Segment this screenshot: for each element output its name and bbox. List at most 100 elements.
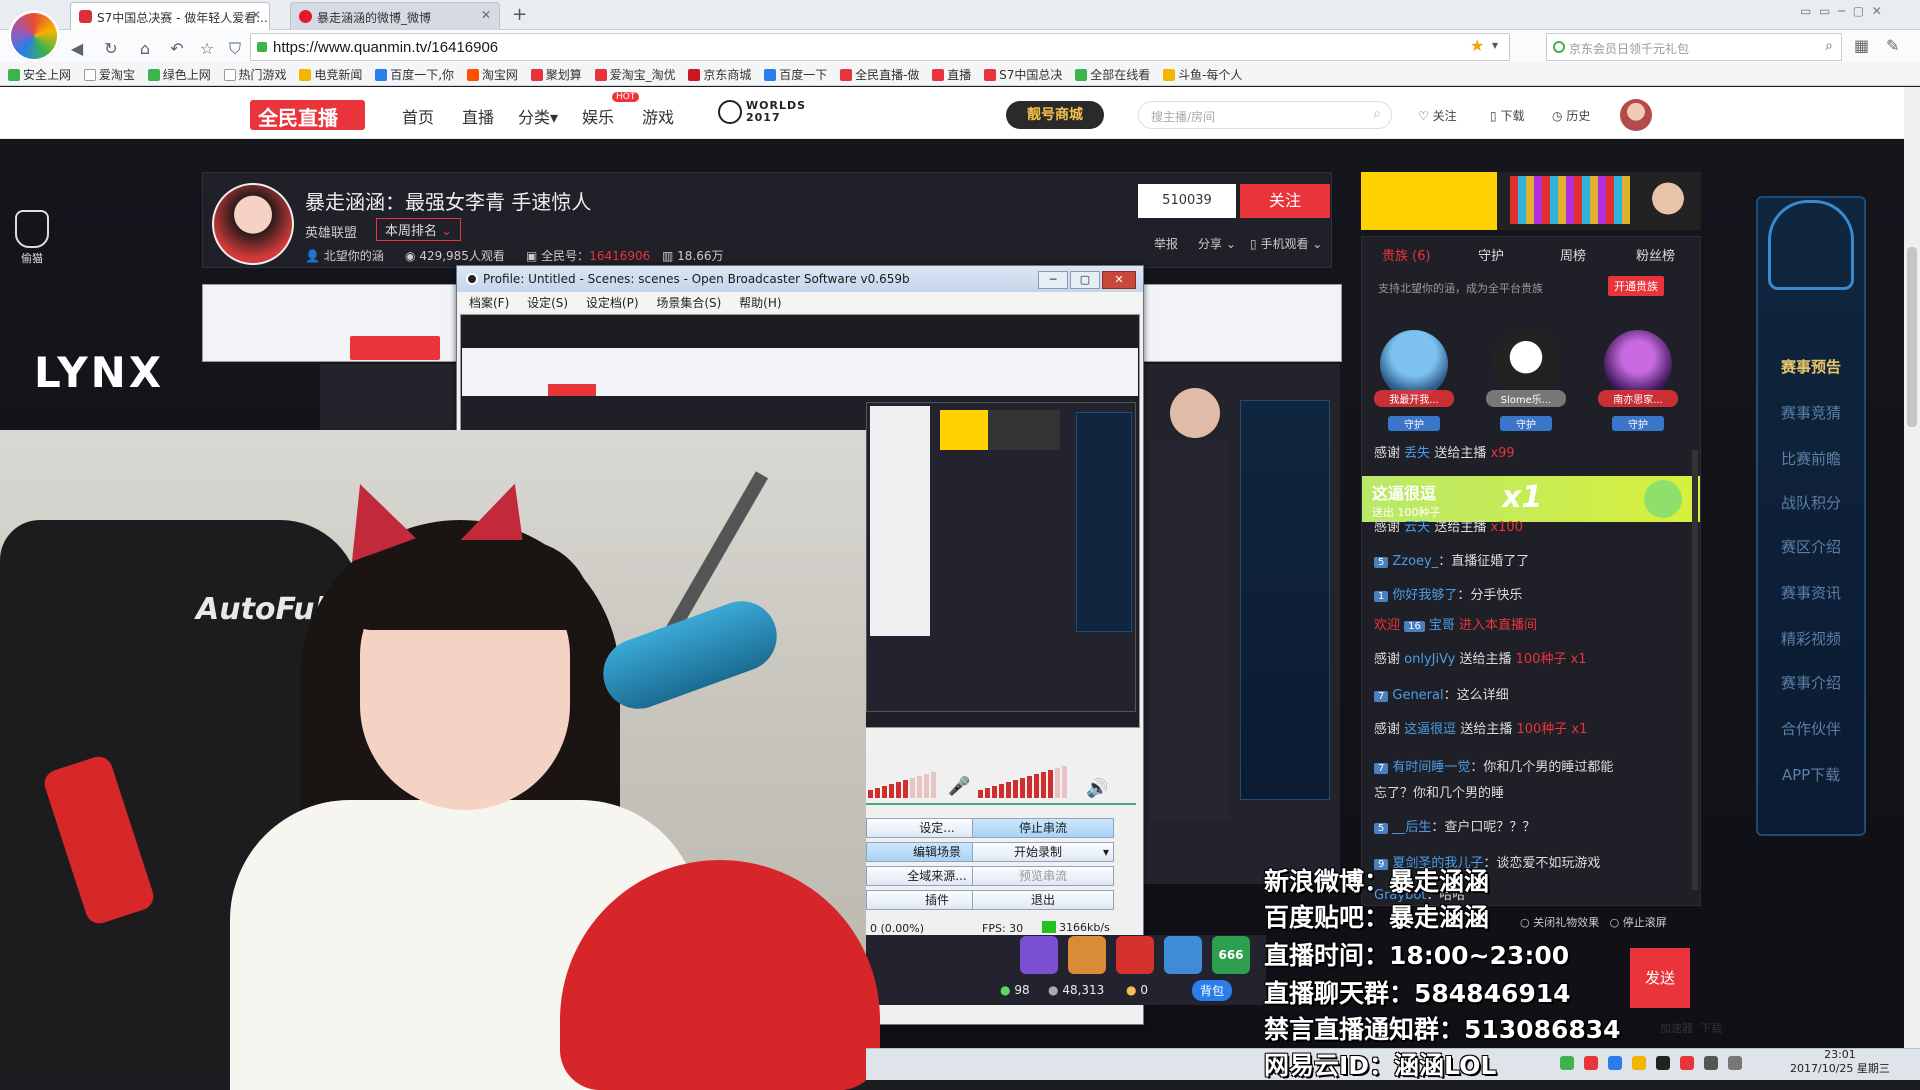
chevron-down-icon[interactable]: ▾	[1103, 843, 1113, 861]
sidebar-item-news[interactable]: 赛事资讯	[1756, 582, 1866, 603]
scrollbar-thumb[interactable]	[1907, 247, 1917, 427]
bookmark-item[interactable]: 电竞新闻	[299, 66, 362, 83]
bookmark-item[interactable]: 热门游戏	[223, 66, 287, 83]
room-category[interactable]: 英雄联盟	[305, 222, 357, 241]
tools-icon[interactable]: ✎	[1886, 36, 1899, 55]
speaker-icon[interactable]: 🔊	[1086, 777, 1108, 799]
sidebar-item-intro[interactable]: 赛事介绍	[1756, 672, 1866, 693]
bookmark-item[interactable]: 全部在线看	[1075, 66, 1150, 83]
system-clock[interactable]: 23:01 2017/10/25 星期三	[1790, 1048, 1890, 1076]
side-cat-shortcut[interactable]: 偷猫	[8, 210, 56, 270]
tab-fans[interactable]: 粉丝榜	[1636, 245, 1675, 264]
gift-icon[interactable]	[1116, 936, 1154, 974]
browser-logo-icon[interactable]	[8, 10, 60, 62]
tray-icon[interactable]	[1560, 1056, 1574, 1070]
menu-profile[interactable]: 档案(F)	[469, 296, 509, 310]
bookmark-item[interactable]: 聚划算	[530, 66, 582, 83]
sidebar-item-preview[interactable]: 比赛前瞻	[1756, 448, 1866, 469]
streamer-avatar[interactable]	[212, 183, 294, 265]
bookmark-item[interactable]: 爱淘宝_淘优	[594, 66, 676, 83]
mall-button[interactable]: 靓号商城	[1006, 101, 1104, 129]
send-button[interactable]: 发送	[1630, 948, 1690, 1008]
guard-avatar[interactable]	[1492, 330, 1560, 398]
nav-entertainment[interactable]: 娱乐	[582, 104, 614, 128]
browser-tab-weibo[interactable]: 暴走涵涵的微博_微博 ✕	[290, 2, 500, 30]
bookmark-item[interactable]: 直播	[932, 66, 971, 83]
bookmark-item[interactable]: 斗鱼-每个人	[1163, 66, 1242, 83]
gift-666-icon[interactable]: 666	[1212, 936, 1250, 974]
guard-avatar[interactable]	[1380, 330, 1448, 398]
sidebar-item-betting[interactable]: 赛事竞猜	[1756, 402, 1866, 423]
site-logo[interactable]: 全民直播	[250, 100, 365, 130]
shield-icon[interactable]: ⛉	[224, 38, 246, 60]
bookmark-item[interactable]: 绿色上网	[147, 66, 211, 83]
url-bar[interactable]: https://www.quanmin.tv/16416906	[250, 33, 1510, 61]
report-link[interactable]: 举报	[1154, 235, 1178, 252]
tray-icon[interactable]	[1656, 1056, 1670, 1070]
backpack-button[interactable]: 背包	[1192, 980, 1233, 1001]
sidebar-item-app[interactable]: APP下载	[1756, 764, 1866, 785]
mic-icon[interactable]: 🎤	[948, 775, 970, 797]
window-controls[interactable]: ▭ ▭ ─ ▢ ✕	[1800, 4, 1882, 18]
bookmark-item[interactable]: 京东商城	[688, 66, 751, 83]
mobile-watch-link[interactable]: ▯ 手机观看 ⌄	[1250, 235, 1322, 252]
accelerator-link[interactable]: 加速器 下载	[1660, 1020, 1722, 1036]
refresh-icon[interactable]: ↻	[100, 38, 122, 60]
bookmark-item[interactable]: 全民直播-做	[840, 66, 919, 83]
nav-games[interactable]: 游戏	[642, 104, 674, 128]
sidebar-item-schedule[interactable]: 赛事预告	[1756, 356, 1866, 377]
apps-icon[interactable]: ▦	[1854, 36, 1869, 55]
weekly-rank-button[interactable]: 本周排名 ⌄	[376, 218, 462, 241]
tray-icon[interactable]	[1680, 1056, 1694, 1070]
room-owner[interactable]: 👤 北望你的涵	[305, 247, 384, 264]
sidebar-item-videos[interactable]: 精彩视频	[1756, 628, 1866, 649]
share-link[interactable]: 分享 ⌄	[1198, 235, 1236, 252]
user-avatar[interactable]	[1620, 99, 1652, 131]
bookmark-item[interactable]: 安全上网	[8, 66, 71, 83]
bookmark-item[interactable]: 爱淘宝	[83, 66, 135, 83]
menu-scene-collection[interactable]: 场景集合(S)	[656, 296, 721, 310]
close-tab-icon[interactable]: ✕	[251, 8, 261, 22]
favorite-icon[interactable]: ☆	[196, 38, 218, 60]
search-icon[interactable]: ⌕	[1373, 106, 1381, 122]
minimize-button[interactable]: ─	[1038, 271, 1068, 289]
bookmark-item[interactable]: 百度一下,你	[375, 66, 454, 83]
tray-icon[interactable]	[1632, 1056, 1646, 1070]
bookmark-item[interactable]: 淘宝网	[466, 66, 518, 83]
worlds-2017-badge[interactable]: WORLDS 2017	[718, 100, 806, 124]
tab-weekly[interactable]: 周榜	[1560, 245, 1586, 264]
download-link[interactable]: ▯ 下载	[1490, 107, 1524, 124]
stop-scroll-toggle[interactable]: ○ 停止滚屏	[1610, 916, 1667, 929]
follow-link[interactable]: ♡ 关注	[1418, 107, 1457, 124]
gift-icon[interactable]	[1068, 936, 1106, 974]
obs-start-recording-button[interactable]: 开始录制 ▾	[972, 842, 1114, 862]
history-link[interactable]: ◷ 历史	[1552, 107, 1590, 124]
close-gift-effects-toggle[interactable]: ○ 关闭礼物效果	[1520, 916, 1599, 929]
open-noble-button[interactable]: 开通贵族	[1608, 276, 1664, 296]
gift-icon[interactable]	[1164, 936, 1202, 974]
browser-search-input[interactable]: 京东会员日领千元礼包 ⌕	[1546, 33, 1842, 61]
gift-icon[interactable]	[1020, 936, 1058, 974]
follow-button[interactable]: 关注	[1240, 184, 1330, 218]
close-tab-icon[interactable]: ✕	[481, 8, 491, 22]
menu-profiles[interactable]: 设定档(P)	[586, 296, 639, 310]
nav-categories[interactable]: 分类▾	[518, 104, 558, 128]
guard-avatar[interactable]	[1604, 330, 1672, 398]
menu-help[interactable]: 帮助(H)	[739, 296, 781, 310]
network-icon[interactable]	[1704, 1056, 1718, 1070]
new-tab-button[interactable]: +	[512, 4, 527, 25]
sidebar-item-partners[interactable]: 合作伙伴	[1756, 718, 1866, 739]
home-icon[interactable]: ⌂	[134, 38, 156, 60]
obs-stop-stream-button[interactable]: 停止串流	[972, 818, 1114, 838]
tab-guardians[interactable]: 守护	[1478, 245, 1504, 264]
search-icon[interactable]: ⌕	[1825, 38, 1833, 54]
obs-exit-button[interactable]: 退出	[972, 890, 1114, 910]
nav-live[interactable]: 直播	[462, 104, 494, 128]
chat-scrollbar[interactable]	[1692, 450, 1698, 890]
sidebar-item-regions[interactable]: 赛区介绍	[1756, 536, 1866, 557]
browser-tab-s7[interactable]: S7中国总决赛 - 做年轻人爱看... ✕	[70, 2, 270, 30]
sidebar-item-standings[interactable]: 战队积分	[1756, 492, 1866, 513]
tray-icon[interactable]	[1608, 1056, 1622, 1070]
back-icon[interactable]: ◀	[66, 38, 88, 60]
tray-icon[interactable]	[1584, 1056, 1598, 1070]
